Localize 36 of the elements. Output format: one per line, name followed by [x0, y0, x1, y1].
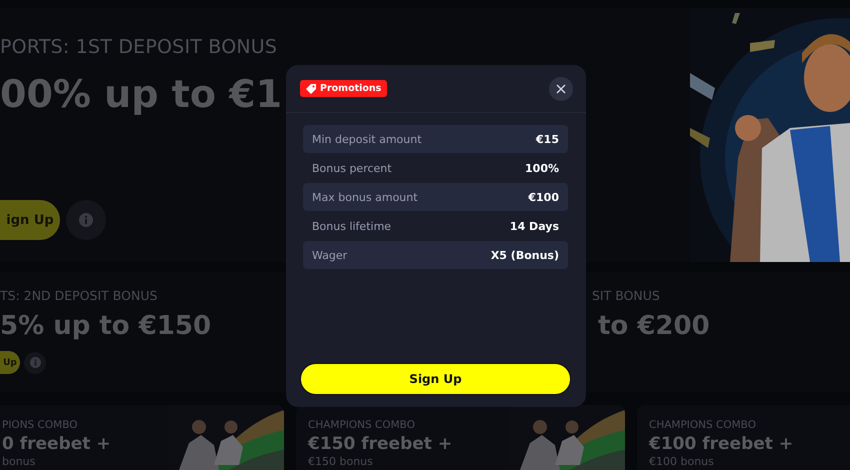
sign-up-button[interactable]: Up	[0, 351, 20, 374]
promo-headline: €150 freebet +	[308, 434, 454, 454]
detail-label: Bonus lifetime	[312, 220, 392, 232]
promo-headline: 00% up to €1	[0, 72, 282, 116]
tag-icon	[306, 84, 316, 94]
info-icon	[30, 357, 40, 368]
close-button[interactable]	[549, 76, 573, 100]
detail-value: X5 (Bonus)	[490, 248, 559, 262]
promotions-badge: Promotions	[300, 80, 388, 97]
info-button[interactable]	[24, 352, 46, 374]
detail-value: €100	[528, 190, 559, 204]
detail-label: Bonus percent	[312, 162, 392, 174]
promo-headline: to €200	[597, 311, 711, 341]
promo-bonus: €150 bonus	[308, 455, 374, 468]
close-icon	[556, 84, 566, 94]
detail-label: Max bonus amount	[312, 190, 418, 204]
promo-headline: 0 freebet +	[2, 434, 112, 454]
detail-value: 100%	[525, 162, 559, 174]
detail-label: Wager	[312, 248, 348, 262]
sign-up-button[interactable]: Sign Up	[300, 363, 571, 395]
promo-subtitle: SIT BONUS	[592, 288, 661, 303]
promo-headline: 5% up to €150	[0, 311, 212, 341]
detail-value: 14 Days	[510, 220, 559, 232]
promo-headline: €100 freebet +	[649, 434, 794, 454]
promo-subtitle: PORTS: 1ST DEPOSIT BONUS	[0, 36, 278, 58]
info-button[interactable]	[66, 200, 106, 240]
promo-subtitle: CHAMPIONS COMBO	[649, 419, 757, 431]
promo-subtitle: CHAMPIONS COMBO	[308, 419, 416, 431]
promo-subtitle: TS: 2ND DEPOSIT BONUS	[0, 288, 158, 303]
sign-up-button[interactable]: ign Up	[0, 200, 60, 240]
detail-value: €15	[536, 132, 559, 146]
promo-bonus: bonus	[2, 455, 36, 468]
promo-bonus: €100 bonus	[649, 455, 715, 468]
detail-label: Min deposit amount	[312, 132, 422, 146]
info-icon	[79, 213, 93, 227]
promo-subtitle: PIONS COMBO	[2, 419, 78, 431]
